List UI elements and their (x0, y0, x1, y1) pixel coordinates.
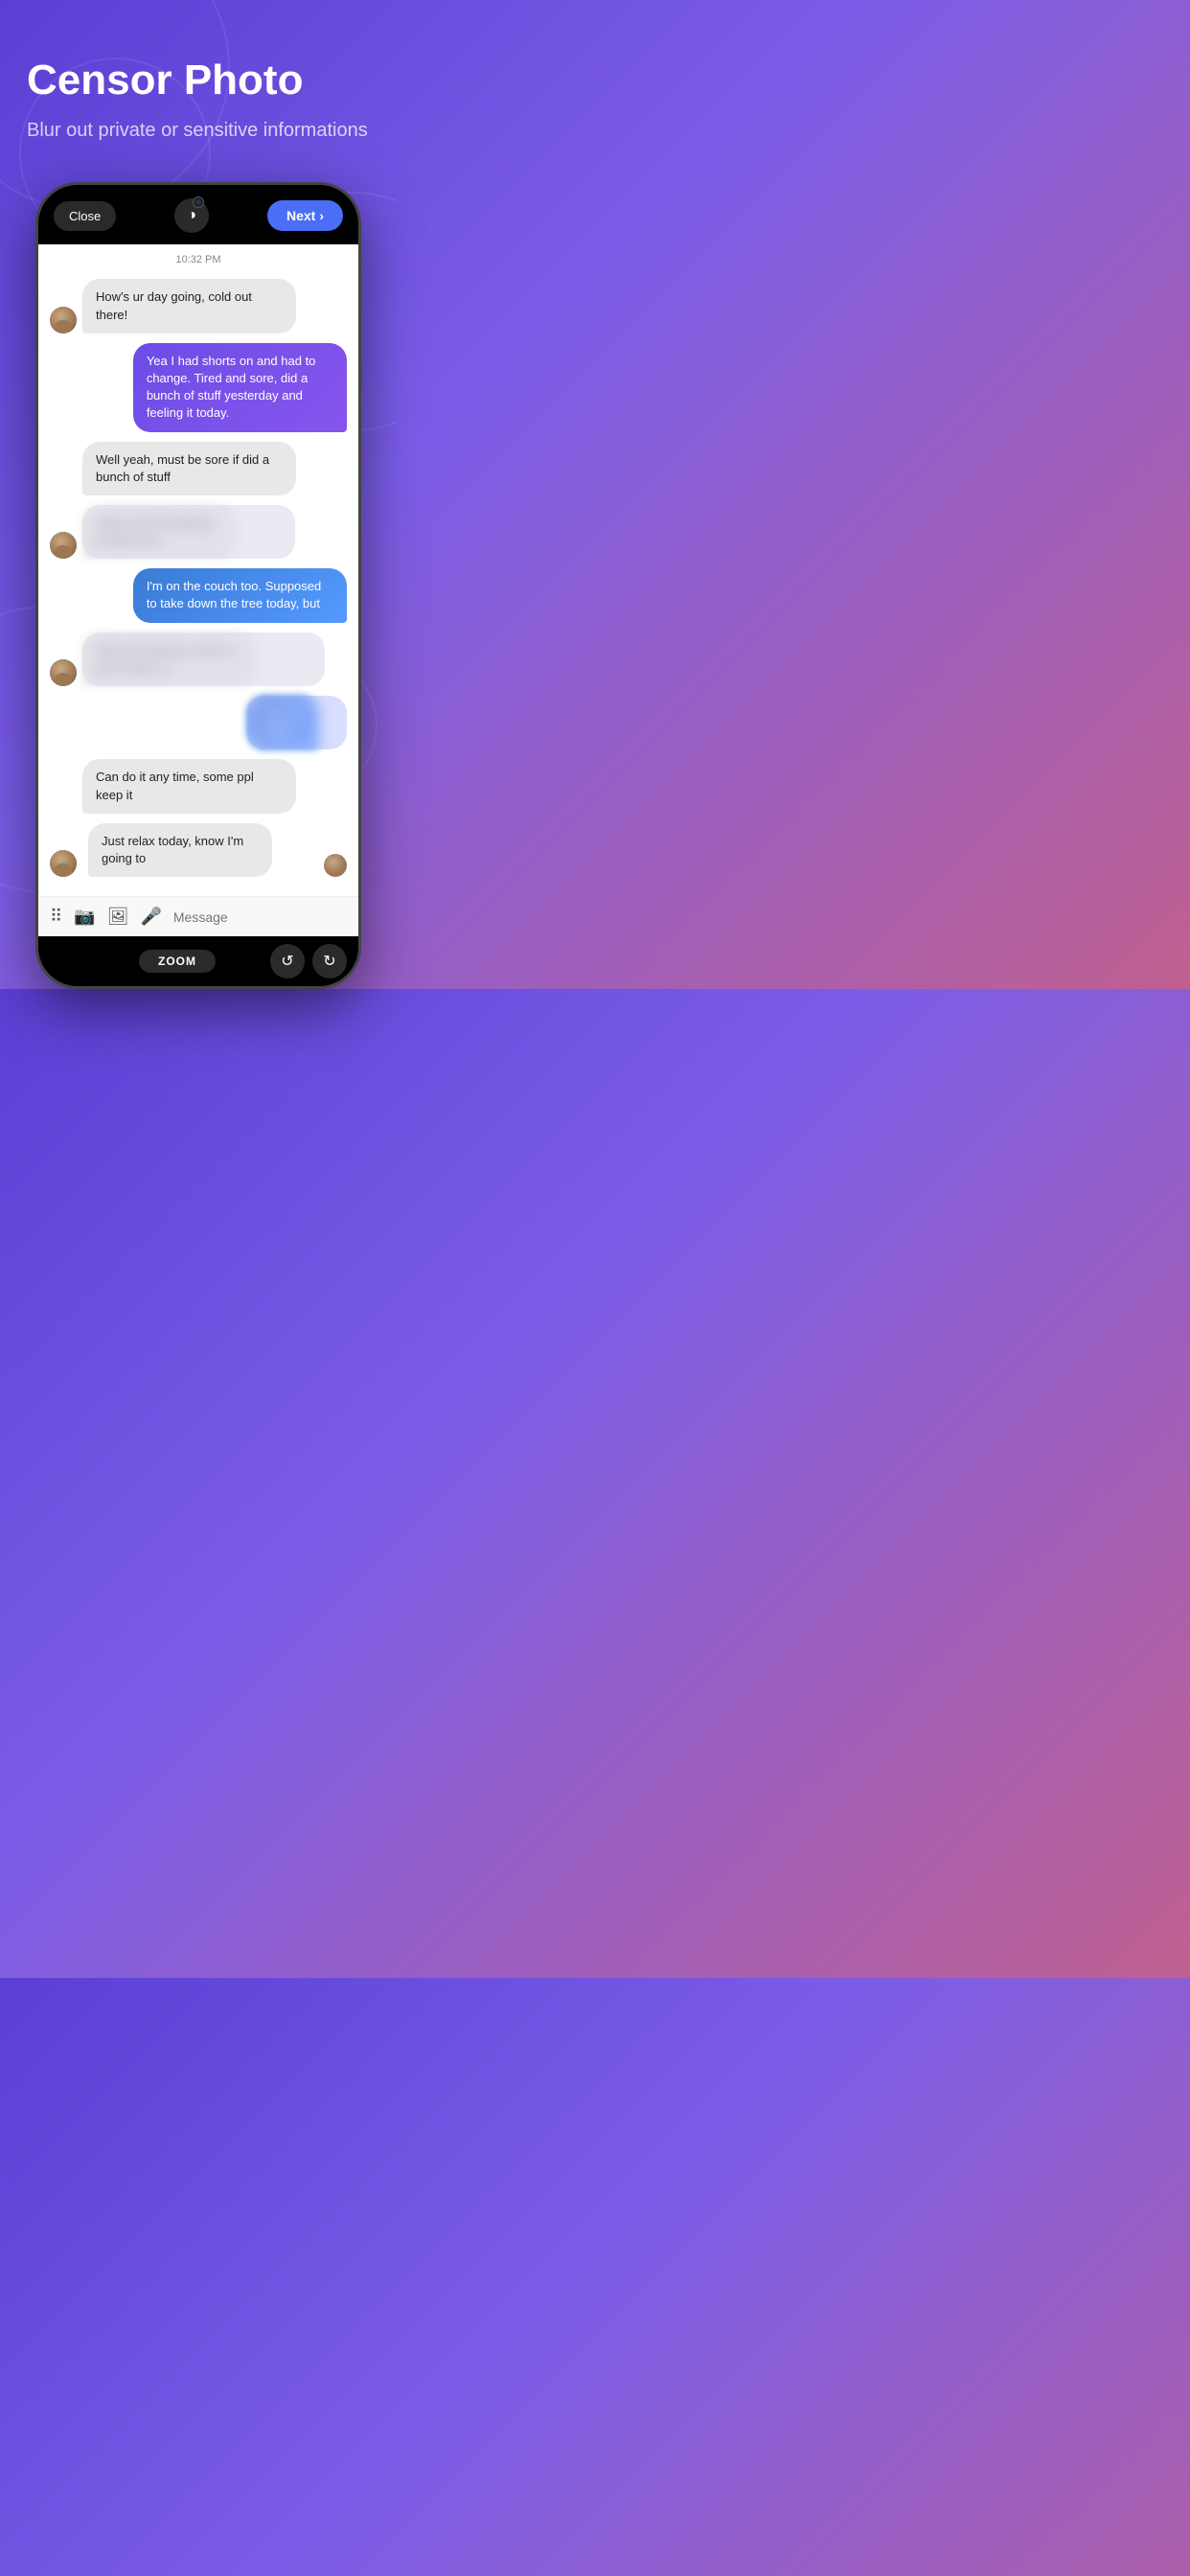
avatar (50, 307, 77, 334)
camera-notch (193, 196, 204, 208)
page-subtitle: Blur out private or sensitive informatio… (27, 117, 370, 144)
message-input[interactable] (173, 909, 347, 925)
censor-overlay (247, 696, 347, 749)
small-avatar (324, 854, 347, 877)
censored-bubble-container: Can do it this (247, 696, 347, 749)
message-input-bar: ⠿ 📷 🖼 🎤 (38, 896, 358, 936)
chat-row: Just relax today, know I'm going to (50, 823, 347, 877)
close-button[interactable]: Close (54, 201, 116, 231)
chat-row: Can do it any time, some ppl keep it (50, 759, 347, 813)
censor-overlay (82, 505, 295, 559)
zoom-label-area: ZOOM (84, 950, 270, 973)
avatar (50, 532, 77, 559)
avatar (50, 659, 77, 686)
censor-overlay (82, 632, 325, 686)
undo-button[interactable]: ↺ (270, 944, 305, 978)
censored-bubble-container: Daisy and something private here (82, 505, 295, 559)
chat-timestamp: 10:32 PM (50, 254, 347, 265)
chat-area: 10:32 PM How's ur day going, cold out th… (38, 244, 358, 896)
censored-bubble-container: Was just going to ask if u got it down, … (82, 632, 325, 686)
message-bubble: Yea I had shorts on and had to change. T… (133, 343, 347, 432)
zoom-bar: ZOOM ↺ ↻ (38, 936, 358, 986)
phone-frame: Close ◑ Next › 10:32 PM How's ur day goi… (35, 182, 361, 989)
theme-icon: ◑ (187, 207, 196, 224)
next-icon: › (319, 208, 324, 223)
message-bubble: Well yeah, must be sore if did a bunch o… (82, 442, 296, 495)
message-bubble: How's ur day going, cold out there! (82, 279, 296, 333)
image-icon[interactable]: 🖼 (107, 907, 129, 927)
mic-icon[interactable]: 🎤 (140, 907, 161, 927)
redo-button[interactable]: ↻ (312, 944, 347, 978)
chat-row: Was just going to ask if u got it down, … (50, 632, 347, 686)
chat-row: Can do it this (50, 696, 347, 749)
undo-redo-group: ↺ ↻ (270, 944, 347, 978)
undo-icon: ↺ (281, 952, 293, 971)
redo-icon: ↻ (323, 952, 335, 971)
camera-icon[interactable]: 📷 (74, 907, 95, 927)
chat-row: Yea I had shorts on and had to change. T… (50, 343, 347, 432)
chat-row: I'm on the couch too. Supposed to take d… (50, 568, 347, 622)
next-label: Next (286, 208, 315, 223)
phone-toolbar: Close ◑ Next › (38, 185, 358, 244)
chat-row: Well yeah, must be sore if did a bunch o… (50, 442, 347, 495)
page-title: Censor Photo (27, 58, 370, 104)
message-bubble: Can do it any time, some ppl keep it (82, 759, 296, 813)
chat-row: Daisy and something private here (50, 505, 347, 559)
message-bubble: Just relax today, know I'm going to (88, 823, 272, 877)
header-section: Censor Photo Blur out private or sensiti… (0, 0, 397, 172)
next-button[interactable]: Next › (267, 200, 343, 231)
apps-icon[interactable]: ⠿ (50, 907, 62, 927)
phone-mockup-wrapper: Close ◑ Next › 10:32 PM How's ur day goi… (0, 182, 397, 989)
message-bubble: I'm on the couch too. Supposed to take d… (133, 568, 347, 622)
zoom-pill: ZOOM (139, 950, 216, 973)
chat-row: How's ur day going, cold out there! (50, 279, 347, 333)
avatar (50, 850, 77, 877)
